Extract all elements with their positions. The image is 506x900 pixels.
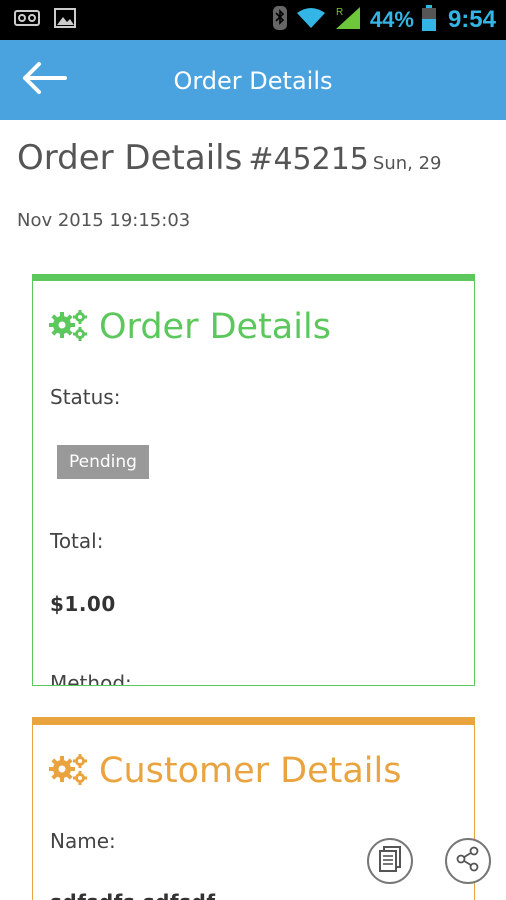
document-button[interactable] [367,838,413,884]
status-badge: Pending [57,445,149,479]
wifi-icon [296,6,326,34]
image-icon [54,8,76,32]
order-date-part2: Nov 2015 19:15:03 [17,210,191,231]
customer-card-title: Customer Details [99,751,402,791]
order-number: #45215 [248,142,369,177]
order-card-header: Order Details [49,307,331,347]
voicemail-icon [14,9,40,31]
page-title-text: Order Details [17,138,243,178]
bluetooth-icon [272,5,288,35]
share-icon [455,846,481,876]
name-value: sdfsdfs sdfsdf [50,890,216,900]
signal-icon: R [334,5,362,35]
order-details-card: Order Details Status: Pending Total: $1.… [32,274,475,686]
svg-text:R: R [336,7,343,18]
customer-card-header: Customer Details [49,751,401,791]
gears-icon [49,308,89,346]
name-label: Name: [50,829,116,853]
order-date-part1: Sun, 29 [372,153,442,174]
app-bar: Order Details [0,40,506,120]
share-button[interactable] [445,838,491,884]
battery-percent: 44% [369,7,414,32]
app-bar-title: Order Details [173,67,333,95]
arrow-left-icon [21,61,67,99]
total-label: Total: [50,529,104,553]
battery-icon [421,5,436,35]
method-label: Method: [50,671,132,686]
gears-icon [49,752,89,790]
order-card-title: Order Details [99,307,331,347]
total-value: $1.00 [50,592,116,616]
page-title: Order Details #45215 Sun, 29 [17,138,497,178]
back-button[interactable] [18,58,70,102]
document-icon [378,846,402,876]
status-bar: R 44% 9:54 [0,0,506,40]
clock: 9:54 [447,6,496,33]
status-label: Status: [50,385,121,409]
